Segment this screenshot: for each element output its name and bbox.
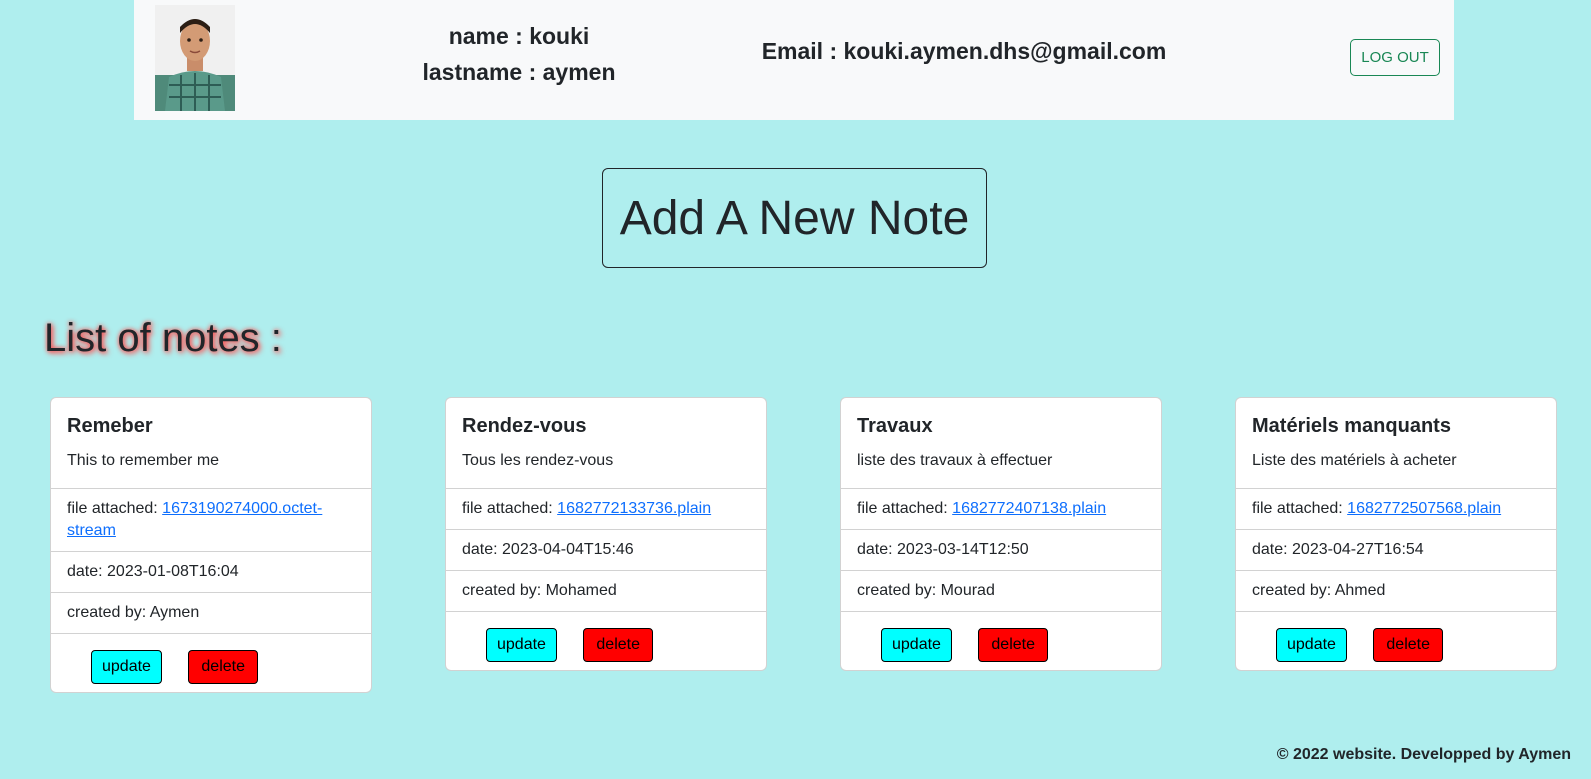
update-button[interactable]: update — [1276, 628, 1347, 662]
file-attached-row: file attached: 1682772507568.plain — [1236, 488, 1556, 529]
card-body: Rendez-vous Tous les rendez-vous — [446, 398, 766, 488]
file-attached-row: file attached: 1682772407138.plain — [841, 488, 1161, 529]
file-attached-row: file attached: 1682772133736.plain — [446, 488, 766, 529]
note-date: date: 2023-01-08T16:04 — [51, 551, 371, 592]
card-actions: update delete — [51, 633, 371, 692]
delete-button[interactable]: delete — [188, 650, 258, 684]
note-title: Travaux — [857, 415, 933, 437]
delete-button[interactable]: delete — [583, 628, 653, 662]
user-name-block: name : kouki lastname : aymen — [384, 18, 654, 90]
update-button[interactable]: update — [486, 628, 557, 662]
note-description: Liste des matériels à acheter — [1252, 452, 1457, 469]
card-actions: update delete — [841, 611, 1161, 670]
update-button[interactable]: update — [881, 628, 952, 662]
user-email: Email : kouki.aymen.dhs@gmail.com — [761, 38, 1167, 64]
card-body: Travaux liste des travaux à effectuer — [841, 398, 1161, 488]
note-description: Tous les rendez-vous — [462, 452, 614, 469]
note-created-by: created by: Mourad — [841, 570, 1161, 611]
note-date: date: 2023-03-14T12:50 — [841, 529, 1161, 570]
note-created-by: created by: Aymen — [51, 592, 371, 633]
note-description: This to remember me — [67, 452, 220, 469]
card-body: Matériels manquants Liste des matériels … — [1236, 398, 1556, 488]
card-actions: update delete — [1236, 611, 1556, 670]
avatar — [155, 5, 235, 111]
note-card: Travaux liste des travaux à effectuer fi… — [840, 397, 1162, 671]
note-date: date: 2023-04-27T16:54 — [1236, 529, 1556, 570]
file-attached-label: file attached: — [462, 500, 558, 517]
note-date: date: 2023-04-04T15:46 — [446, 529, 766, 570]
top-header: name : kouki lastname : aymen Email : ko… — [134, 0, 1454, 120]
file-link[interactable]: 1682772507568.plain — [1347, 500, 1501, 517]
logout-button[interactable]: LOG OUT — [1350, 39, 1440, 76]
note-title: Rendez-vous — [462, 415, 587, 437]
file-link[interactable]: 1682772407138.plain — [952, 500, 1106, 517]
note-card: Rendez-vous Tous les rendez-vous file at… — [445, 397, 767, 671]
delete-button[interactable]: delete — [978, 628, 1048, 662]
user-name: name : kouki — [448, 23, 590, 49]
note-card: Remeber This to remember me file attache… — [50, 397, 372, 693]
note-description: liste des travaux à effectuer — [857, 452, 1053, 469]
note-created-by: created by: Mohamed — [446, 570, 766, 611]
add-note-button[interactable]: Add A New Note — [602, 168, 987, 268]
file-attached-label: file attached: — [1252, 500, 1348, 517]
delete-button[interactable]: delete — [1373, 628, 1443, 662]
note-title: Matériels manquants — [1252, 415, 1451, 437]
update-button[interactable]: update — [91, 650, 162, 684]
file-attached-label: file attached: — [857, 500, 953, 517]
card-actions: update delete — [446, 611, 766, 670]
note-card: Matériels manquants Liste des matériels … — [1235, 397, 1557, 671]
file-attached-label: file attached: — [67, 500, 163, 517]
note-title: Remeber — [67, 415, 153, 437]
user-lastname: lastname : aymen — [422, 59, 616, 85]
file-attached-row: file attached: 1673190274000.octet-strea… — [51, 488, 371, 551]
card-body: Remeber This to remember me — [51, 398, 371, 488]
footer-text: © 2022 website. Developped by Aymen — [1276, 746, 1571, 763]
note-created-by: created by: Ahmed — [1236, 570, 1556, 611]
file-link[interactable]: 1682772133736.plain — [557, 500, 711, 517]
list-of-notes-heading: List of notes : — [44, 316, 282, 360]
